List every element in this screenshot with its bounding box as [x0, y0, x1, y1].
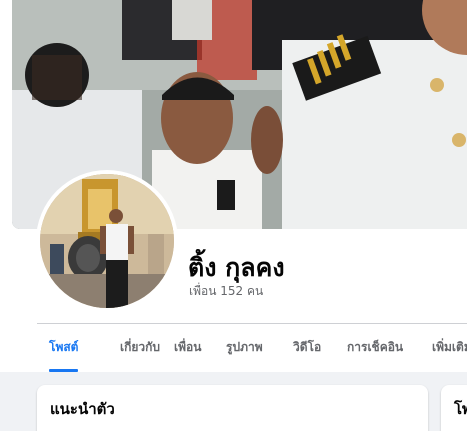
avatar-image: [40, 174, 174, 308]
tab-checkins[interactable]: การเช็คอิน: [347, 324, 403, 372]
tab-about[interactable]: เกี่ยวกับ: [120, 324, 160, 372]
profile-tabs: โพสต์ เกี่ยวกับ เพื่อน รูปภาพ วิดีโอ การ…: [37, 324, 467, 372]
tab-more[interactable]: เพิ่มเติม: [432, 324, 467, 372]
intro-card: แนะนำตัว: [37, 385, 428, 431]
tab-photos[interactable]: รูปภาพ: [226, 324, 263, 372]
posts-card: โพ: [441, 385, 467, 431]
avatar[interactable]: [40, 174, 174, 308]
posts-card-title: โพ: [454, 400, 467, 418]
tab-posts[interactable]: โพสต์: [49, 324, 79, 372]
intro-card-title: แนะนำตัว: [50, 400, 115, 418]
profile-header: ติ้ง กุลคง เพื่อน 152 คน โพสต์ เกี่ยวกับ…: [0, 0, 467, 372]
tab-friends[interactable]: เพื่อน: [174, 324, 201, 372]
friend-count[interactable]: เพื่อน 152 คน: [189, 282, 263, 301]
tab-videos[interactable]: วิดีโอ: [293, 324, 321, 372]
